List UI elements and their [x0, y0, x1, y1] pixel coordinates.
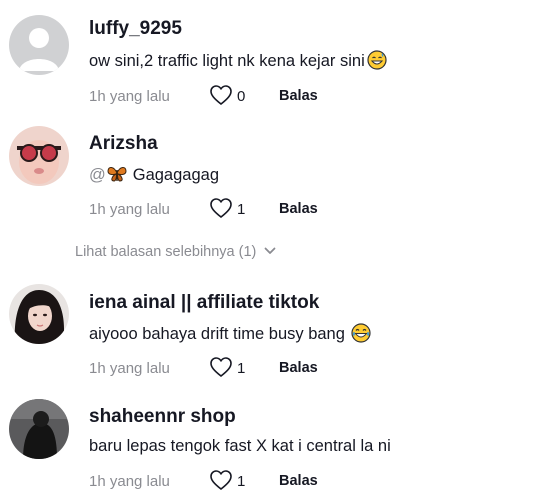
comment-text: @ Gagagagag	[89, 164, 219, 185]
comment-text-content: ow sini,2 traffic light nk kena kejar si…	[89, 52, 365, 70]
chevron-down-icon	[264, 247, 276, 254]
reply-button[interactable]: Balas	[279, 88, 318, 104]
default-avatar-icon	[9, 15, 69, 75]
comment-username[interactable]: shaheennr shop	[89, 406, 236, 428]
comment-text: ow sini,2 traffic light nk kena kejar si…	[89, 50, 387, 71]
like-count: 1	[237, 473, 246, 490]
heart-icon[interactable]	[209, 356, 233, 378]
mention-symbol[interactable]: @	[89, 166, 106, 184]
comment-username[interactable]: Arizsha	[89, 133, 158, 155]
like-count: 1	[237, 360, 246, 377]
avatar[interactable]	[9, 399, 69, 459]
user-avatar-icon	[9, 284, 69, 344]
comment-time: 1h yang lalu	[89, 201, 170, 218]
user-avatar-icon	[9, 126, 69, 186]
reply-button[interactable]: Balas	[279, 201, 318, 217]
view-more-replies-label: Lihat balasan selebihnya (1)	[75, 244, 257, 260]
comment-time: 1h yang lalu	[89, 360, 170, 377]
comment-text: aiyooo bahaya drift time busy bang	[89, 323, 371, 344]
view-more-replies-button[interactable]: Lihat balasan selebihnya (1)	[75, 244, 276, 260]
comment-time: 1h yang lalu	[89, 88, 170, 105]
reply-button[interactable]: Balas	[279, 360, 318, 376]
heart-icon[interactable]	[209, 197, 233, 219]
like-count: 1	[237, 201, 246, 218]
heart-icon[interactable]	[209, 84, 233, 106]
tears-of-joy-emoji-icon	[351, 323, 371, 343]
comment-text: baru lepas tengok fast X kat i central l…	[89, 437, 391, 456]
heart-icon[interactable]	[209, 469, 233, 491]
like-count: 0	[237, 88, 246, 105]
user-avatar-icon	[9, 399, 69, 459]
reply-button[interactable]: Balas	[279, 473, 318, 489]
comment-text-content: baru lepas tengok fast X kat i central l…	[89, 437, 391, 455]
comment-username[interactable]: luffy_9295	[89, 18, 182, 40]
comment-text-content: aiyooo bahaya drift time busy bang	[89, 325, 345, 343]
avatar[interactable]	[9, 126, 69, 186]
comment-time: 1h yang lalu	[89, 473, 170, 490]
grinning-sweat-emoji-icon	[367, 50, 387, 70]
comment-text-content: Gagagagag	[132, 166, 219, 184]
comment-username[interactable]: iena ainal || affiliate tiktok	[89, 292, 319, 314]
avatar[interactable]	[9, 284, 69, 344]
avatar[interactable]	[9, 15, 69, 75]
butterfly-emoji-icon	[107, 167, 127, 182]
